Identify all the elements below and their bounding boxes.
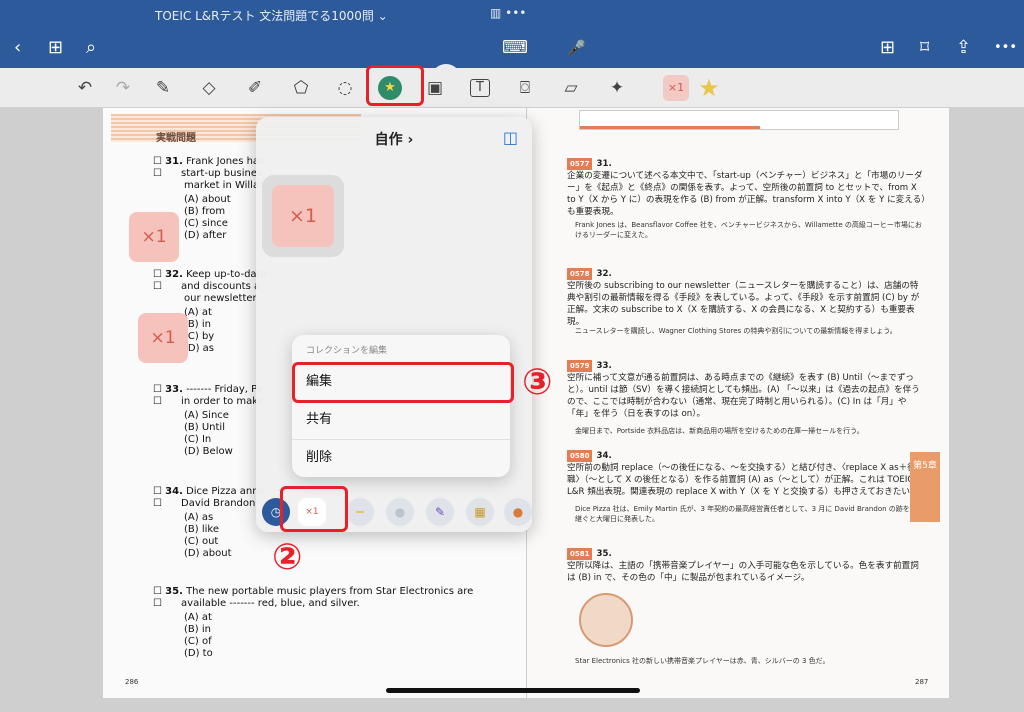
question-33: ☐ 33. ------- Friday, Po ☐ in order to m…	[153, 384, 264, 457]
undo-icon[interactable]: ↶	[74, 77, 96, 99]
text-box-icon[interactable]: T	[470, 79, 490, 97]
collection-ball-icon[interactable]: ●	[504, 498, 532, 526]
highlighter-icon[interactable]: ✐	[244, 77, 266, 99]
window-controls[interactable]: ▥ •••	[490, 6, 526, 20]
translation-31: Frank Jones は、Beansflavor Coffee 社を、ベンチャ…	[575, 221, 922, 239]
collection-title[interactable]: 自作 ›	[256, 129, 532, 149]
translation-32: ニュースレターを購読し、Wagner Clothing Stores の特典や割…	[575, 327, 897, 335]
explanation-33: 0579 33. 空所に補って文意が通る前置詞は、ある時点までの《継続》を表す (B…	[567, 360, 920, 419]
share-icon[interactable]: ⇪	[956, 38, 971, 58]
search-icon[interactable]: ⌕	[86, 38, 96, 58]
collection-context-menu: コレクションを編集 編集 共有 削除	[292, 335, 510, 477]
app: TOEIC L&Rテスト 文法問題でる1000問 ⌄ ▥ ••• ‹ ⊞ ⌕ ✎…	[0, 0, 1024, 712]
shape-tool-icon[interactable]: ⬠	[290, 77, 312, 99]
microphone-icon[interactable]: 🎤	[567, 38, 586, 58]
home-indicator	[386, 688, 640, 693]
ruler-icon[interactable]: ▱	[560, 77, 582, 99]
step-number-3: ③	[522, 362, 553, 403]
eraser-icon[interactable]: ◇	[198, 77, 220, 99]
grid-icon[interactable]: ⊞	[48, 38, 63, 58]
image-icon[interactable]: ▣	[424, 77, 446, 99]
progress-fill	[580, 126, 760, 129]
placed-sticker-x1[interactable]: ×1	[138, 313, 188, 363]
page-number: 287	[915, 678, 929, 686]
explanation-35: 0581 35. 空所以降は、主語の「携帯音楽プレイヤー」の入手可能な色を示している…	[567, 548, 919, 583]
author-avatar	[579, 593, 633, 647]
question-34: ☐ 34. Dice Pizza anno ☐ David Brandon - …	[153, 486, 265, 559]
back-icon[interactable]: ‹	[14, 38, 21, 58]
menu-item-delete[interactable]: 削除	[292, 439, 510, 477]
highlight-box-1	[366, 65, 424, 106]
collection-bubble-icon[interactable]: ●	[386, 498, 414, 526]
menu-header: コレクションを編集	[306, 346, 388, 356]
document-title[interactable]: TOEIC L&Rテスト 文法問題でる1000問 ⌄	[155, 7, 388, 24]
explanation-34: 0580 34. 空所前の動詞 replace（〜の後任になる、〜を交換する）と結び…	[567, 450, 919, 497]
question-35: ☐ 35. The new portable music players fro…	[153, 586, 474, 659]
menu-item-share[interactable]: 共有	[292, 401, 510, 439]
right-page: 0577 31. 企業の変遷について述べる本文中で、「start-up（ベンチャー）…	[527, 108, 949, 698]
sticker-x1: ×1	[272, 185, 334, 247]
keyboard-icon[interactable]: ⌨	[502, 38, 528, 58]
translation-35: Star Electronics 社の新しい携帯音楽プレイヤーは赤、青、シルバー…	[575, 657, 830, 665]
bookmark-icon[interactable]: ⌑	[920, 38, 929, 58]
translation-33: 金曜日まで、Portside 衣料品店は、新商品用の場所を空けるための在庫一掃セ…	[575, 427, 864, 435]
explanation-32: 0578 32. 空所後の subscribing to our newslette…	[567, 268, 920, 327]
sidebar-toggle-icon[interactable]: ◫	[503, 128, 518, 147]
collection-pen-icon[interactable]: ✎	[426, 498, 454, 526]
highlight-box-2	[280, 486, 348, 532]
nav-bar: ‹ ⊞ ⌕ ✎ ⌨ 🎤 ⊞ ⌑ ⇪ •••	[0, 30, 1024, 94]
progress-track	[579, 110, 899, 130]
add-page-icon[interactable]: ⊞	[880, 38, 895, 58]
highlight-box-3	[292, 362, 514, 403]
collection-tape-icon[interactable]: ━	[346, 498, 374, 526]
star-sticker-icon[interactable]: ★	[698, 76, 720, 100]
lasso-icon[interactable]: ◌	[334, 77, 356, 99]
page-number: 286	[125, 678, 139, 686]
status-bar: TOEIC L&Rテスト 文法問題でる1000問 ⌄ ▥ •••	[0, 0, 1024, 30]
camera-scan-icon[interactable]: ⌼	[514, 77, 536, 99]
more-icon[interactable]: •••	[994, 38, 1017, 58]
collection-bag-icon[interactable]: ▦	[466, 498, 494, 526]
sticker-tile[interactable]: ×1	[262, 175, 344, 257]
tool-bar: ↶ ↷ ✎ ◇ ✐ ⬠ ◌ ★ ▣ T ⌼ ▱ ✦ ×1 ★	[0, 68, 1024, 108]
step-number-2: ②	[272, 537, 303, 578]
chapter-tab: 第5章	[910, 452, 940, 522]
pen-tool-icon[interactable]: ✎	[152, 77, 174, 99]
laser-pointer-icon[interactable]: ✦	[606, 77, 628, 99]
explanation-31: 0577 31. 企業の変遷について述べる本文中で、「start-up（ベンチャー）…	[567, 158, 926, 217]
translation-34: Dice Pizza 社は、Emily Martin 氏が、3 年契約の最高経営…	[575, 505, 924, 523]
redo-icon[interactable]: ↷	[112, 77, 134, 99]
placed-sticker-x1[interactable]: ×1	[129, 212, 179, 262]
recent-sticker-x1[interactable]: ×1	[663, 75, 689, 101]
